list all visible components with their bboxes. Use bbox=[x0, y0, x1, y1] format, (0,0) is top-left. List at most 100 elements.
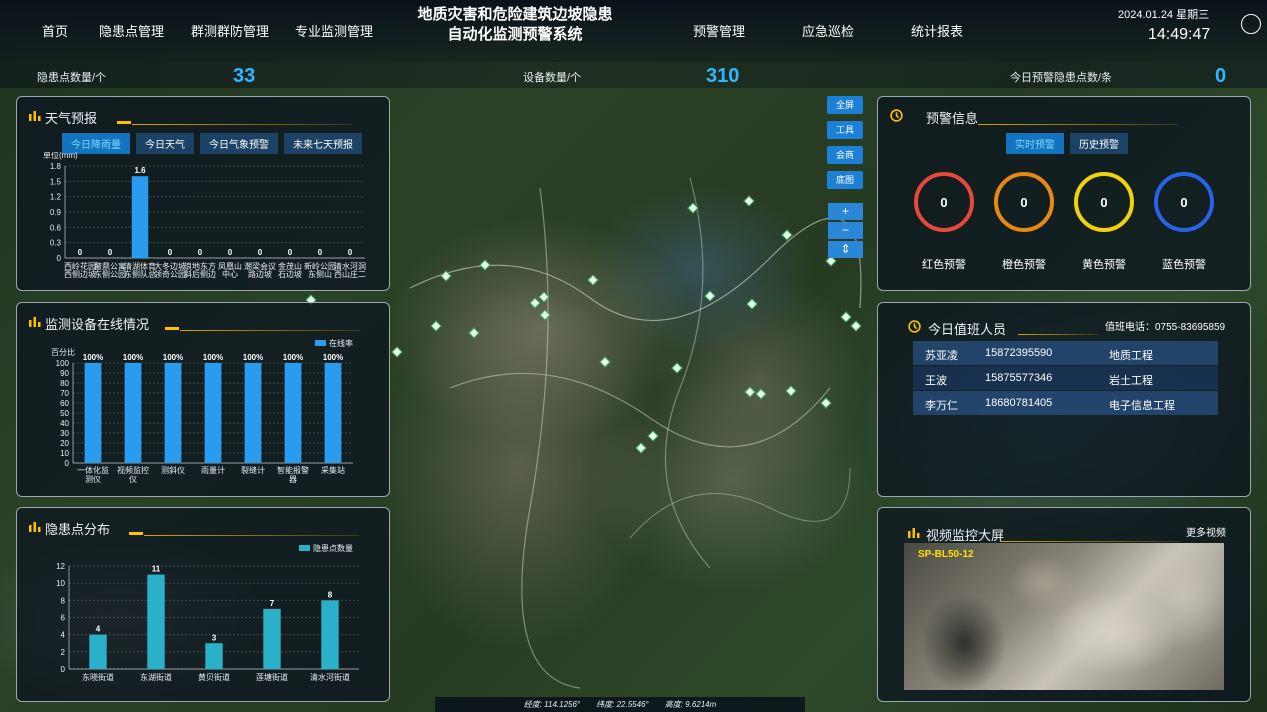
zoom-in-button[interactable]: + bbox=[828, 203, 863, 220]
y-tick-label: 0 bbox=[61, 665, 66, 674]
bar bbox=[204, 363, 222, 463]
top-navigation-bar: 首页 隐患点管理 群测群防管理 专业监测管理 地质灾害和危险建筑边坡隐患 自动化… bbox=[0, 0, 1267, 62]
rainfall-chart: 单位(mm)00.30.60.91.21.51.80西岭花园西侧边坡0鳌鼎公寓东… bbox=[43, 152, 366, 279]
y-tick-label: 1.5 bbox=[50, 177, 62, 186]
y-tick-label: 0.9 bbox=[50, 208, 62, 217]
nav-professional-monitoring[interactable]: 专业监测管理 bbox=[295, 21, 373, 40]
weather-panel: 天气预报 今日降雨量 今日天气 今日气象预警 未来七天预报 单位(mm) 0 0.3… bbox=[16, 96, 390, 291]
stat-bar: 隐患点数量/个 33 设备数量/个 310 今日预警隐患点数/条 0 bbox=[0, 62, 1267, 88]
x-tick-label: 智能报警 bbox=[277, 465, 309, 475]
bar-value-label: 0 bbox=[318, 248, 323, 257]
stat-warning-count-label: 今日预警隐患点数/条 bbox=[1010, 72, 1113, 84]
y-tick-label: 60 bbox=[60, 399, 69, 408]
bar-value-label: 1.6 bbox=[134, 166, 146, 175]
bar-chart-icon bbox=[908, 528, 920, 538]
tab-today-rainfall[interactable]: 今日降雨量 bbox=[62, 133, 130, 154]
duty-phone: 15875577346 bbox=[985, 372, 1053, 384]
duty-panel: 今日值班人员 值班电话：0755-83695859 苏亚凌 15872395590… bbox=[877, 302, 1251, 497]
duty-row: 王波 15875577346 岩土工程 bbox=[913, 366, 1218, 390]
zoom-out-button[interactable]: − bbox=[828, 222, 863, 239]
hazard-panel: 隐患点分布 隐患点数量 0 2 4 6 8 10 12 4 东晓街道 11 东湖街道 3 黄贝街道 7 莲塘街… bbox=[16, 507, 390, 702]
x-tick-label: 东侧公园 bbox=[94, 269, 126, 279]
title-divider bbox=[978, 124, 1178, 125]
video-title: 视频监控大屏 bbox=[926, 528, 1005, 543]
duty-phone: 18680781405 bbox=[985, 397, 1053, 409]
y-tick-label: 90 bbox=[60, 369, 69, 378]
bar-value-label: 0 bbox=[78, 248, 83, 257]
nav-home[interactable]: 首页 bbox=[42, 21, 68, 40]
stat-hazard-count-value: 33 bbox=[233, 65, 256, 87]
x-tick-label: 裂缝计 bbox=[241, 465, 265, 475]
nav-emergency-inspection[interactable]: 应急巡检 bbox=[802, 21, 854, 40]
consult-button[interactable]: 会商 bbox=[827, 146, 863, 164]
x-tick-label: 测斜仪 bbox=[161, 465, 185, 475]
y-tick-label: 0 bbox=[57, 254, 62, 263]
warning-level-label: 蓝色预警 bbox=[1162, 259, 1206, 271]
nav-group-monitoring[interactable]: 群测群防管理 bbox=[191, 21, 269, 40]
y-tick-label: 20 bbox=[60, 439, 69, 448]
device-online-chart: 百分比 在线率 0102030405060708090100 100% 一体化监测仪 10… bbox=[51, 339, 353, 484]
power-icon[interactable] bbox=[1241, 14, 1261, 34]
x-tick-label: 采集站 bbox=[321, 465, 345, 475]
title-divider bbox=[1018, 334, 1098, 335]
bar-value-label: 100% bbox=[203, 353, 223, 362]
nav-warning-management[interactable]: 预警管理 bbox=[693, 21, 745, 40]
tab-today-weather[interactable]: 今日天气 bbox=[136, 133, 194, 154]
tools-button[interactable]: 工具 bbox=[827, 121, 863, 139]
tab-realtime-warning[interactable]: 实时预警 bbox=[1006, 133, 1064, 154]
bar bbox=[147, 574, 165, 669]
duty-title: 今日值班人员 bbox=[928, 322, 1007, 337]
more-videos-link[interactable]: 更多视频 bbox=[1186, 524, 1226, 539]
bar-value-label: 100% bbox=[123, 353, 143, 362]
altitude-readout: 高度: 9.6214m bbox=[664, 700, 717, 709]
tab-seven-day-forecast[interactable]: 未来七天预报 bbox=[284, 133, 362, 154]
tab-history-warning[interactable]: 历史预警 bbox=[1070, 133, 1128, 154]
map-area[interactable] bbox=[390, 88, 870, 698]
chart-legend: 隐患点数量 bbox=[299, 543, 353, 553]
system-title: 地质灾害和危险建筑边坡隐患 自动化监测预警系统 bbox=[390, 5, 640, 45]
x-tick-label: 西侧边坡 bbox=[64, 269, 96, 279]
warning-ring[interactable]: 0 bbox=[1154, 172, 1214, 232]
x-tick-label: 黄贝街道 bbox=[198, 672, 230, 682]
warning-ring[interactable]: 0 bbox=[994, 172, 1054, 232]
bar bbox=[131, 176, 149, 258]
x-tick-label: 东侧山 bbox=[308, 269, 332, 279]
nav-hazard-management[interactable]: 隐患点管理 bbox=[99, 21, 164, 40]
x-tick-label: 器 bbox=[289, 475, 297, 484]
stat-hazard-count-label: 隐患点数量/个 bbox=[37, 72, 107, 84]
x-tick-label: 路边坡 bbox=[248, 269, 272, 279]
duty-name: 苏亚凌 bbox=[925, 350, 958, 362]
bar bbox=[89, 634, 107, 669]
video-panel: 视频监控大屏 更多视频 SP-BL50-12 bbox=[877, 507, 1251, 702]
y-tick-label: 50 bbox=[60, 409, 69, 418]
x-tick-label: 莲塘街道 bbox=[256, 672, 288, 682]
bar-value-label: 100% bbox=[163, 353, 183, 362]
title-divider bbox=[144, 535, 359, 536]
longitude-readout: 经度: 114.1256° bbox=[523, 700, 581, 709]
compass-icon[interactable]: ⇕ bbox=[828, 241, 863, 258]
bar bbox=[124, 363, 142, 463]
y-tick-label: 6 bbox=[61, 614, 66, 623]
warning-ring[interactable]: 0 bbox=[1074, 172, 1134, 232]
duty-name: 王波 bbox=[925, 375, 947, 387]
video-feed[interactable]: SP-BL50-12 bbox=[904, 543, 1224, 690]
title-accent bbox=[165, 327, 179, 330]
bar-value-label: 0 bbox=[108, 248, 113, 257]
fullscreen-button[interactable]: 全屏 bbox=[827, 96, 863, 114]
system-title-line1: 地质灾害和危险建筑边坡隐患 bbox=[417, 6, 613, 23]
latitude-readout: 纬度: 22.5546° bbox=[596, 700, 649, 709]
stat-device-count-value: 310 bbox=[706, 65, 740, 87]
warning-level-label: 红色预警 bbox=[922, 259, 966, 271]
bar-value-label: 100% bbox=[83, 353, 103, 362]
y-tick-label: 8 bbox=[61, 596, 66, 605]
legend-swatch bbox=[315, 340, 326, 346]
tab-today-weather-warning[interactable]: 今日气象预警 bbox=[200, 133, 278, 154]
system-title-line2: 自动化监测预警系统 bbox=[447, 26, 583, 43]
nav-statistics-report[interactable]: 统计报表 bbox=[911, 21, 963, 40]
bar-chart-icon bbox=[29, 111, 41, 121]
basemap-button[interactable]: 底图 bbox=[827, 171, 863, 189]
warning-tabs: 实时预警 历史预警 bbox=[1006, 133, 1128, 154]
chart-legend: 在线率 bbox=[315, 339, 353, 348]
x-tick-label: 东晓街道 bbox=[82, 672, 114, 682]
warning-ring[interactable]: 0 bbox=[914, 172, 974, 232]
